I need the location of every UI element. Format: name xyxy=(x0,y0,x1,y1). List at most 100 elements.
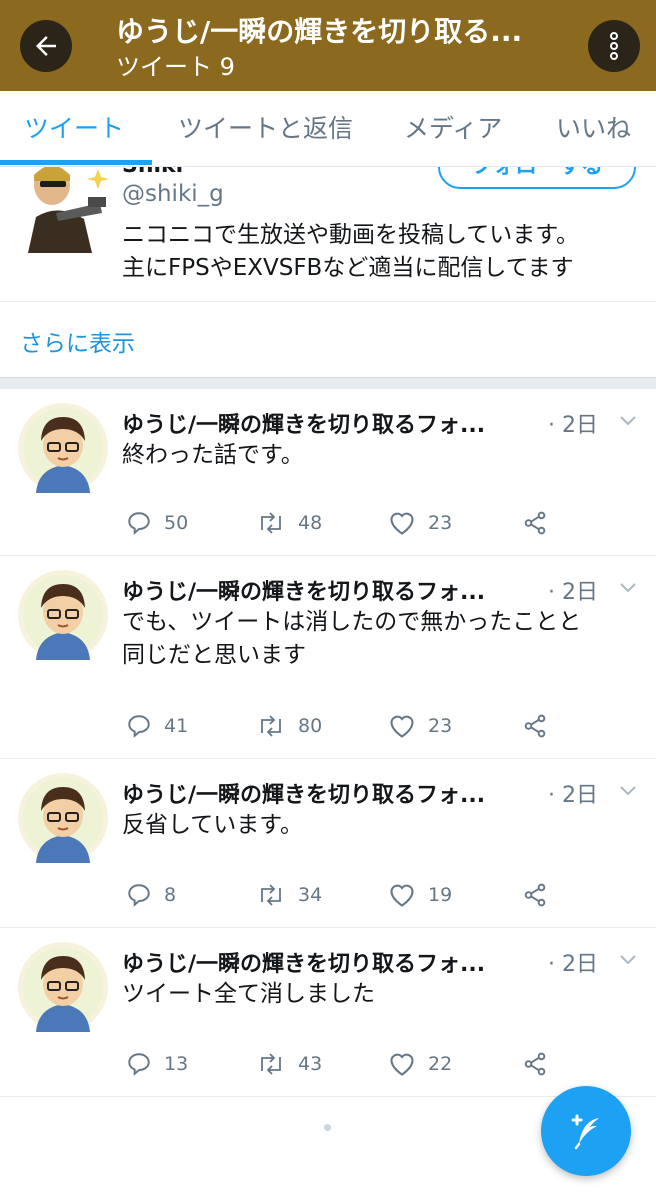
reply-count: 41 xyxy=(164,715,189,737)
tweet[interactable]: ゆうじ/一瞬の輝きを切り取るフォ... · 2日 でも、ツイートは消したので無か… xyxy=(0,556,656,759)
retweet-icon xyxy=(261,715,281,737)
tweet-text-line: 反省しています。 xyxy=(122,812,304,838)
tweet-text-line: ツイート全て消しました xyxy=(122,981,375,1007)
retweet-count: 43 xyxy=(298,1053,323,1075)
like-count: 23 xyxy=(428,715,453,737)
compose-feather-icon xyxy=(571,1114,599,1150)
retweet-count: 48 xyxy=(298,512,323,534)
tab-tweets-and-replies[interactable]: ツイートと返信 xyxy=(178,91,353,167)
tweet-timestamp: · 2日 xyxy=(548,783,598,808)
more-vertical-icon xyxy=(610,32,618,60)
reply-count: 8 xyxy=(164,884,177,906)
tweet-text-line: 終わった話です。 xyxy=(122,442,304,468)
share-icon xyxy=(524,511,546,535)
chevron-down-icon[interactable] xyxy=(618,411,638,431)
reply-count: 50 xyxy=(164,512,189,534)
share-icon xyxy=(524,714,546,738)
tweet-actions: 41 80 23 xyxy=(122,709,642,743)
tab-likes[interactable]: いいね xyxy=(556,91,631,167)
user-card[interactable]: Shiki @shiki_g フォローする ニコニコで生放送や動画を投稿していま… xyxy=(0,167,656,302)
tweet[interactable]: ゆうじ/一瞬の輝きを切り取るフォ... · 2日 ツイート全て消しました 13 … xyxy=(0,928,656,1097)
retweet-button[interactable]: 48 xyxy=(256,506,322,540)
follow-button[interactable]: フォローする xyxy=(438,167,636,189)
tweet-text: ツイート全て消しました xyxy=(122,978,642,1011)
avatar[interactable] xyxy=(18,942,108,1032)
reply-icon xyxy=(128,715,150,738)
tweet-timestamp: · 2日 xyxy=(548,952,598,977)
tweet-text-line: 同じだと思います xyxy=(122,642,306,668)
like-button[interactable]: 19 xyxy=(388,878,452,912)
tweet-timestamp: · 2日 xyxy=(548,413,598,438)
user-handle: @shiki_g xyxy=(122,181,224,207)
loading-indicator xyxy=(324,1124,331,1131)
app-bar: ゆうじ/一瞬の輝きを切り取る... ツイート 9 xyxy=(0,0,656,91)
reply-count: 13 xyxy=(164,1053,189,1075)
share-button[interactable] xyxy=(522,506,560,540)
tweet-text: 終わった話です。 xyxy=(122,439,642,472)
share-button[interactable] xyxy=(522,878,560,912)
reply-button[interactable]: 8 xyxy=(126,878,176,912)
show-more-link[interactable]: さらに表示 xyxy=(20,324,135,358)
retweet-count: 80 xyxy=(298,715,323,737)
tab-tweets[interactable]: ツイート xyxy=(24,91,124,167)
overflow-menu-button[interactable] xyxy=(588,20,640,72)
like-count: 23 xyxy=(428,512,453,534)
tweet-author[interactable]: ゆうじ/一瞬の輝きを切り取るフォ... xyxy=(122,407,538,439)
tweet[interactable]: ゆうじ/一瞬の輝きを切り取るフォ... · 2日 終わった話です。 50 48 … xyxy=(0,389,656,556)
tweet-actions: 13 43 22 xyxy=(122,1047,642,1081)
active-tab-indicator xyxy=(0,160,152,165)
share-button[interactable] xyxy=(522,709,560,743)
chevron-down-icon[interactable] xyxy=(618,950,638,970)
heart-icon xyxy=(390,884,414,907)
reply-icon xyxy=(128,512,150,535)
bio-line: 主にFPSやEXVSFBなど適当に配信してます xyxy=(122,255,574,281)
bio-line: ニコニコで生放送や動画を投稿しています。 xyxy=(122,222,580,248)
back-button[interactable] xyxy=(20,20,72,72)
share-icon xyxy=(524,883,546,907)
tweet-timestamp: · 2日 xyxy=(548,580,598,605)
retweet-icon xyxy=(261,1053,281,1075)
heart-icon xyxy=(390,1053,414,1076)
like-button[interactable]: 23 xyxy=(388,506,452,540)
tweet-actions: 8 34 19 xyxy=(122,878,642,912)
avatar[interactable] xyxy=(18,167,110,253)
tab-media[interactable]: メディア xyxy=(404,91,502,167)
tweet-author[interactable]: ゆうじ/一瞬の輝きを切り取るフォ... xyxy=(122,777,538,809)
chevron-down-icon[interactable] xyxy=(618,781,638,801)
avatar[interactable] xyxy=(18,570,108,660)
reply-button[interactable]: 13 xyxy=(126,1047,188,1081)
like-count: 22 xyxy=(428,1053,453,1075)
user-name: Shiki xyxy=(122,167,183,178)
reply-icon xyxy=(128,884,150,907)
heart-icon xyxy=(390,512,414,535)
reply-button[interactable]: 50 xyxy=(126,506,188,540)
tweet-author[interactable]: ゆうじ/一瞬の輝きを切り取るフォ... xyxy=(122,574,538,606)
like-button[interactable]: 22 xyxy=(388,1047,452,1081)
avatar[interactable] xyxy=(18,403,108,493)
section-divider xyxy=(0,377,656,389)
tweet-author[interactable]: ゆうじ/一瞬の輝きを切り取るフォ... xyxy=(122,946,538,978)
page-title: ゆうじ/一瞬の輝きを切り取る... xyxy=(116,15,523,48)
retweet-button[interactable]: 34 xyxy=(256,878,322,912)
retweet-button[interactable]: 80 xyxy=(256,709,322,743)
chevron-down-icon[interactable] xyxy=(618,578,638,598)
show-more-row[interactable]: さらに表示 xyxy=(0,302,656,377)
tweet-text-line: でも、ツイートは消したので無かったことと xyxy=(122,609,582,635)
retweet-count: 34 xyxy=(298,884,323,906)
retweet-button[interactable]: 43 xyxy=(256,1047,322,1081)
tweet-text: 反省しています。 xyxy=(122,809,642,842)
share-button[interactable] xyxy=(522,1047,560,1081)
heart-icon xyxy=(390,715,414,738)
tweet-count: ツイート 9 xyxy=(116,53,235,81)
reply-icon xyxy=(128,1053,150,1076)
avatar[interactable] xyxy=(18,773,108,863)
share-icon xyxy=(524,1052,546,1076)
like-count: 19 xyxy=(428,884,453,906)
reply-button[interactable]: 41 xyxy=(126,709,188,743)
compose-tweet-button[interactable] xyxy=(541,1086,631,1176)
retweet-icon xyxy=(261,512,281,534)
user-bio: ニコニコで生放送や動画を投稿しています。 主にFPSやEXVSFBなど適当に配信… xyxy=(122,219,579,285)
tweet[interactable]: ゆうじ/一瞬の輝きを切り取るフォ... · 2日 反省しています。 8 34 1… xyxy=(0,759,656,928)
profile-tabs: ツイート ツイートと返信 メディア いいね xyxy=(0,91,656,167)
like-button[interactable]: 23 xyxy=(388,709,452,743)
